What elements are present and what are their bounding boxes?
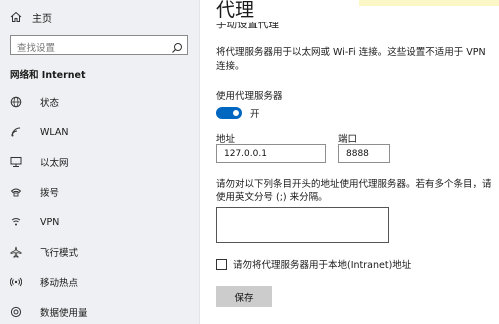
wifi-icon: [10, 126, 22, 138]
vpn-icon: [10, 216, 22, 228]
proxy-settings-panel: 代理 手动设置代理 将代理服务器用于以太网或 Wi-Fi 连接。这些设置不适用于…: [200, 0, 499, 324]
sidebar-item-data-usage[interactable]: 数据使用量: [10, 302, 195, 322]
sidebar-item-mobile-hotspot[interactable]: 移动热点: [10, 272, 195, 292]
section-title: 网络和 Internet: [10, 70, 86, 81]
hotspot-icon: [10, 276, 22, 288]
search-input[interactable]: [11, 39, 167, 58]
local-bypass-label: 请勿将代理服务器用于本地(Intranet)地址: [233, 260, 412, 271]
dialup-icon: [10, 186, 22, 198]
exceptions-description: 请勿对以下列条目开头的地址使用代理服务器。若有多个条目，请使用英文分号 (;) …: [216, 179, 492, 203]
address-label: 地址: [216, 134, 236, 145]
home-label: 主页: [32, 13, 52, 25]
sidebar-item-vpn[interactable]: VPN: [10, 212, 195, 232]
local-bypass-option[interactable]: 请勿将代理服务器用于本地(Intranet)地址: [216, 257, 411, 271]
sidebar-item-label: VPN: [40, 216, 60, 228]
toggle-knob: [233, 110, 239, 116]
ethernet-icon: [10, 156, 22, 168]
search-box[interactable]: [10, 35, 188, 58]
manual-proxy-heading: 手动设置代理: [216, 22, 279, 30]
sidebar-item-label: 状态: [40, 98, 60, 109]
sidebar-item-ethernet[interactable]: 以太网: [10, 152, 195, 172]
notification-banner: [359, 0, 499, 6]
address-input[interactable]: [216, 144, 326, 163]
airplane-icon: [10, 246, 22, 258]
port-label: 端口: [338, 134, 358, 145]
proxy-description: 将代理服务器用于以太网或 Wi-Fi 连接。这些设置不适用于 VPN 连接。: [216, 47, 486, 72]
sidebar-item-label: 拨号: [40, 188, 60, 199]
sidebar-item-status[interactable]: 状态: [10, 92, 195, 112]
search-icon[interactable]: [171, 39, 183, 58]
sidebar-item-wlan[interactable]: WLAN: [10, 122, 195, 142]
sidebar-item-label: 数据使用量: [40, 308, 88, 319]
sidebar-item-label: 飞行模式: [40, 248, 79, 259]
exceptions-textarea[interactable]: [216, 207, 389, 243]
data-usage-icon: [10, 306, 22, 318]
globe-icon: [10, 96, 22, 108]
use-proxy-label: 使用代理服务器: [216, 91, 283, 102]
sidebar-item-label: WLAN: [40, 126, 69, 138]
local-bypass-checkbox[interactable]: [216, 258, 227, 270]
sidebar-item-label: 移动热点: [40, 278, 79, 289]
page-title: 代理: [216, 0, 255, 21]
save-button[interactable]: 保存: [216, 286, 272, 307]
sidebar: 主页 网络和 Internet 状态 WLAN 以太网 拨号: [0, 0, 199, 324]
toggle-state-label: 开: [250, 109, 260, 120]
home-nav-item[interactable]: 主页: [10, 8, 52, 26]
use-proxy-toggle[interactable]: [216, 107, 242, 119]
port-input[interactable]: [338, 144, 390, 163]
sidebar-item-dialup[interactable]: 拨号: [10, 182, 195, 202]
sidebar-item-label: 以太网: [40, 158, 69, 169]
sidebar-item-airplane-mode[interactable]: 飞行模式: [10, 242, 195, 262]
home-icon: [10, 8, 22, 27]
